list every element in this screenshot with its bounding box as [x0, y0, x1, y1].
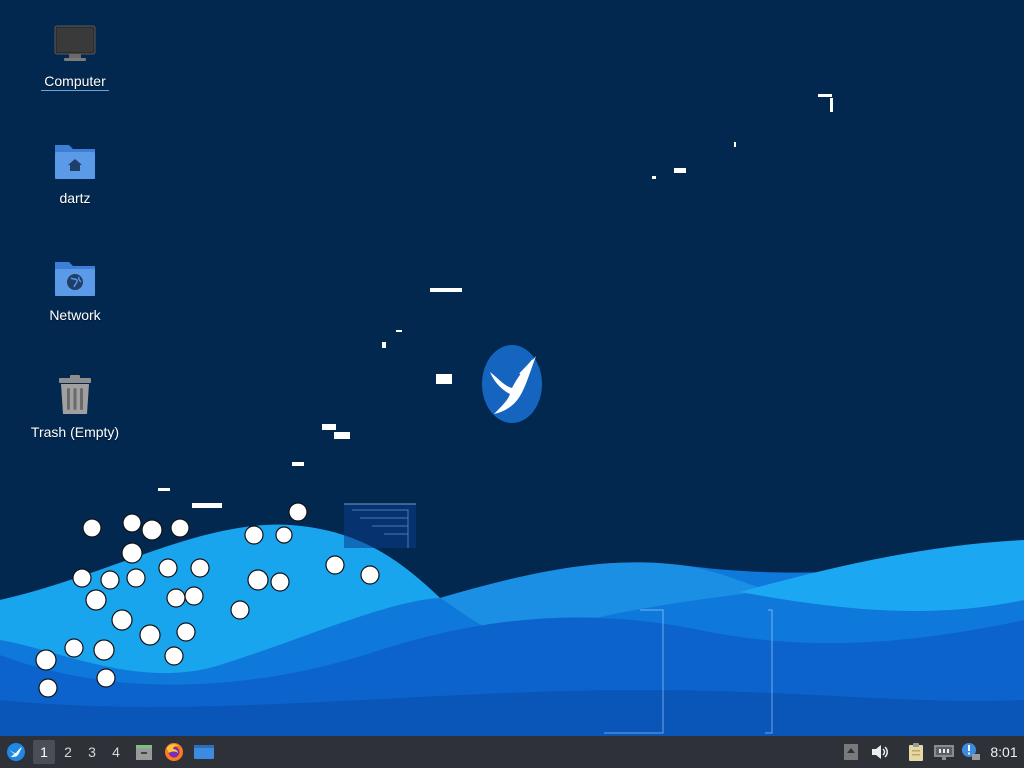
desktop-icon-network[interactable]: Network — [20, 256, 130, 325]
show-desktop-button[interactable] — [192, 740, 216, 764]
desktop-icon-computer[interactable]: Computer — [20, 22, 130, 91]
network-folder-icon — [55, 262, 95, 296]
workspace-1[interactable]: 1 — [33, 740, 55, 764]
show-desktop-icon — [194, 745, 214, 759]
hummingbird-logo-icon — [7, 743, 25, 761]
home-folder-icon — [55, 145, 95, 179]
file-manager-launcher[interactable] — [132, 740, 156, 764]
desktop-icon-home-folder[interactable]: dartz — [20, 139, 130, 208]
desktop[interactable]: Computer dartz Network Trash (Empty) — [0, 0, 1024, 736]
application-menu-button[interactable] — [4, 740, 28, 764]
updates-tray-button[interactable] — [840, 740, 862, 764]
desktop-icon-label: dartz — [59, 190, 91, 206]
workspace-2[interactable]: 2 — [57, 740, 79, 764]
clock[interactable]: 8:01 — [986, 740, 1022, 764]
network-wired-icon — [934, 745, 954, 760]
updates-icon — [844, 744, 858, 760]
network-tray-button[interactable] — [932, 740, 956, 764]
clipboard-icon — [909, 743, 923, 761]
clipboard-tray-button[interactable] — [905, 740, 927, 764]
firefox-launcher[interactable] — [162, 740, 186, 764]
notification-tray-button[interactable] — [960, 740, 982, 764]
file-manager-icon — [136, 745, 152, 760]
wallpaper — [0, 0, 1024, 736]
firefox-icon — [165, 743, 183, 761]
desktop-icon-label: Network — [49, 307, 101, 323]
trash-icon — [59, 375, 91, 414]
desktop-icon-label: Computer — [41, 72, 109, 91]
workspace-3[interactable]: 3 — [81, 740, 103, 764]
desktop-icon-trash[interactable]: Trash (Empty) — [20, 373, 130, 442]
taskbar: 1 2 3 4 8:01 — [0, 736, 1024, 768]
workspace-4[interactable]: 4 — [105, 740, 127, 764]
notification-icon — [962, 743, 980, 760]
volume-icon — [872, 745, 888, 759]
computer-icon — [54, 25, 96, 61]
desktop-icon-label: Trash (Empty) — [30, 424, 120, 440]
volume-tray-button[interactable] — [869, 740, 891, 764]
